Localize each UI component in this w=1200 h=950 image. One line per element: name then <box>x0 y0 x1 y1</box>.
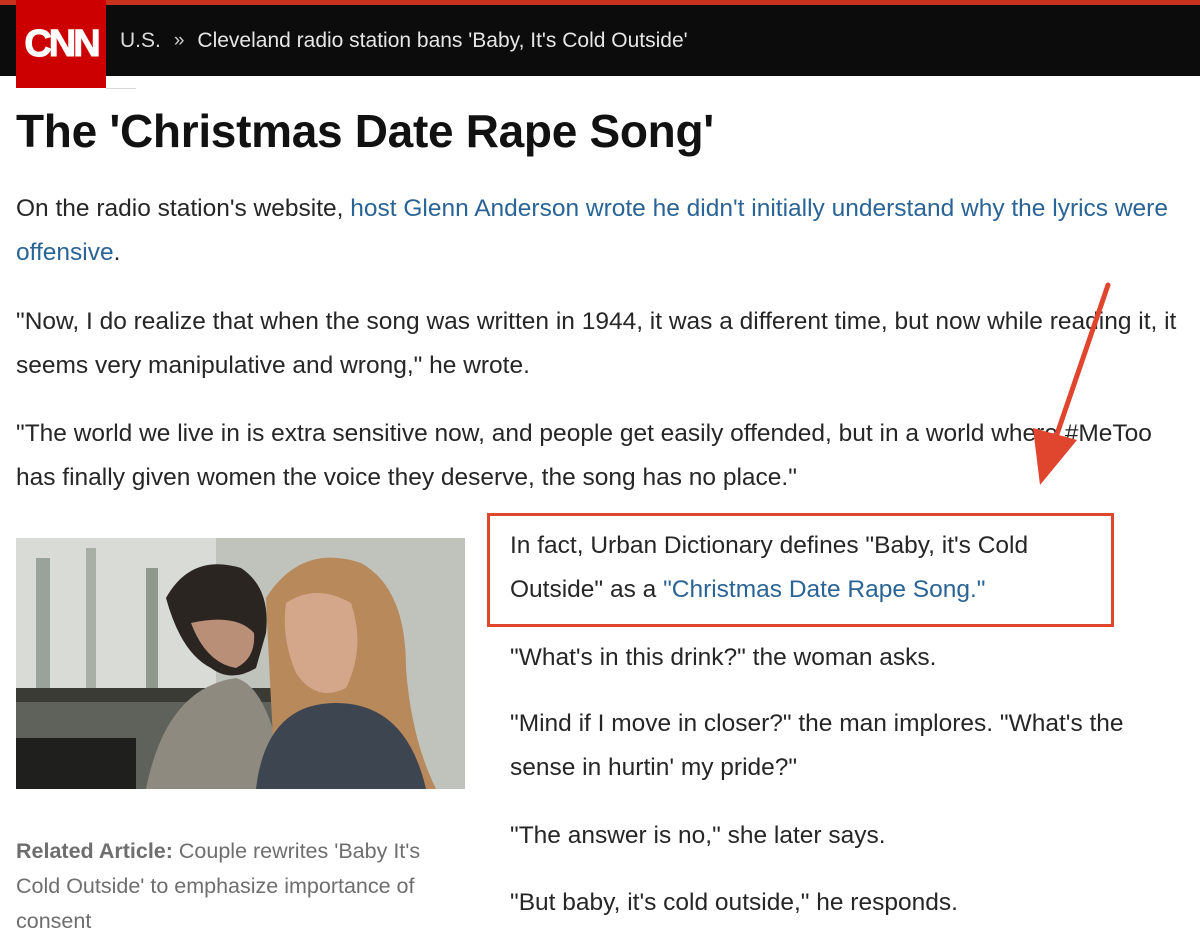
red-annotation-arrow-icon <box>1033 282 1111 485</box>
article-photo[interactable] <box>16 538 465 789</box>
breadcrumb-separator: » <box>173 29 185 51</box>
breadcrumb-section-link[interactable]: U.S. <box>120 29 161 53</box>
breadcrumb-current: Cleveland radio station bans 'Baby, It's… <box>197 28 688 52</box>
quote-answer-no: "The answer is no," she later says. <box>510 822 886 849</box>
breadcrumb: U.S. » Cleveland radio station bans 'Bab… <box>120 5 688 76</box>
article-paragraph-2: "Now, I do realize that when the song wa… <box>16 308 1177 379</box>
christmas-date-rape-song-link[interactable]: "Christmas Date Rape Song." <box>663 576 985 603</box>
quote-drink: "What's in this drink?" the woman asks. <box>510 644 937 671</box>
cnn-logo[interactable]: CNN <box>16 0 106 88</box>
related-article-caption[interactable]: Related Article: Couple rewrites 'Baby I… <box>16 834 456 939</box>
quote-move-closer: "Mind if I move in closer?" the man impl… <box>510 710 1124 781</box>
related-article-label: Related Article: <box>16 839 173 863</box>
paragraph-1-text: On the radio station's website, <box>16 195 351 222</box>
urban-dictionary-paragraph: In fact, Urban Dictionary defines "Baby,… <box>510 524 1100 612</box>
article-headline: The 'Christmas Date Rape Song' <box>16 105 714 157</box>
article-paragraph-1: On the radio station's website, host Gle… <box>16 187 1186 275</box>
top-navigation-bar: U.S. » Cleveland radio station bans 'Bab… <box>0 0 1200 76</box>
cnn-logo-text: CNN <box>24 22 101 65</box>
paragraph-1-end: . <box>113 239 121 266</box>
quote-cold-outside: "But baby, it's cold outside," he respon… <box>510 889 958 916</box>
header-divider <box>106 88 136 89</box>
couple-at-piano-image <box>16 538 465 789</box>
article-paragraph-3: "The world we live in is extra sensitive… <box>16 420 1152 491</box>
